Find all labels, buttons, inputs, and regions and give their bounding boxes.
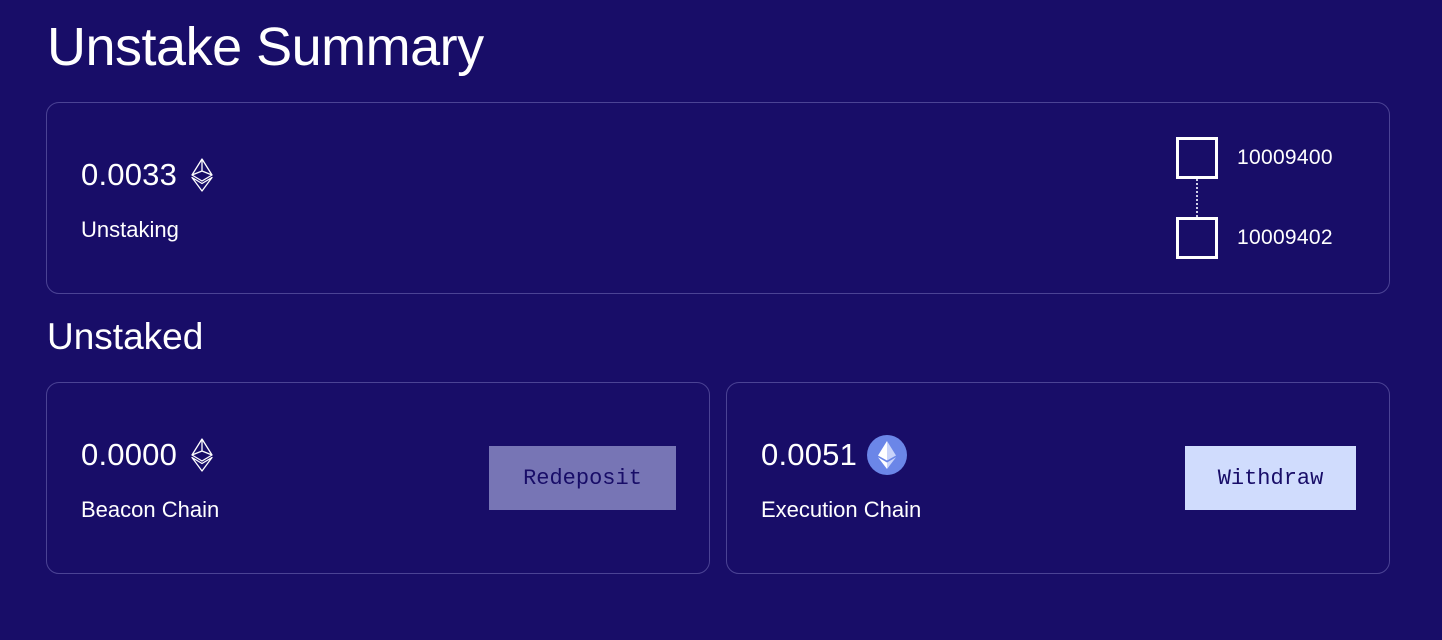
unstaking-amount: 0.0033 bbox=[81, 157, 178, 192]
unstaked-section-title: Unstaked bbox=[47, 316, 204, 357]
block-item-end: 10009402 bbox=[1176, 217, 1333, 259]
unstaking-card: 0.0033 Unstaking 10009400 10009402 bbox=[46, 102, 1390, 294]
execution-amount-row: 0.0051 bbox=[761, 435, 908, 475]
block-number-start[interactable]: 10009400 bbox=[1237, 146, 1333, 170]
block-number-end[interactable]: 10009402 bbox=[1237, 226, 1333, 250]
beacon-amount: 0.0000 bbox=[81, 437, 178, 472]
ethereum-badge-icon bbox=[867, 435, 908, 475]
execution-amount: 0.0051 bbox=[761, 437, 858, 472]
ethereum-outline-icon bbox=[191, 158, 213, 192]
block-connector bbox=[1196, 179, 1198, 217]
beacon-chain-label: Beacon Chain bbox=[81, 497, 220, 522]
withdraw-button[interactable]: Withdraw bbox=[1185, 446, 1356, 510]
block-icon[interactable] bbox=[1176, 217, 1218, 259]
block-item-start: 10009400 bbox=[1176, 137, 1333, 179]
unstake-summary-page: Unstake Summary 0.0033 Unstaking 1000940… bbox=[0, 0, 1442, 640]
unstaking-label: Unstaking bbox=[81, 217, 179, 242]
block-range: 10009400 10009402 bbox=[1176, 137, 1356, 261]
page-title: Unstake Summary bbox=[47, 17, 484, 77]
execution-chain-card: 0.0051 Execution Chain Withdraw bbox=[726, 382, 1390, 574]
block-icon[interactable] bbox=[1176, 137, 1218, 179]
redeposit-button[interactable]: Redeposit bbox=[489, 446, 676, 510]
ethereum-outline-icon bbox=[191, 438, 213, 472]
execution-chain-label: Execution Chain bbox=[761, 497, 922, 522]
beacon-chain-card: 0.0000 Beacon Chain Redeposit bbox=[46, 382, 710, 574]
unstaking-amount-row: 0.0033 bbox=[81, 155, 213, 195]
beacon-amount-row: 0.0000 bbox=[81, 435, 213, 475]
